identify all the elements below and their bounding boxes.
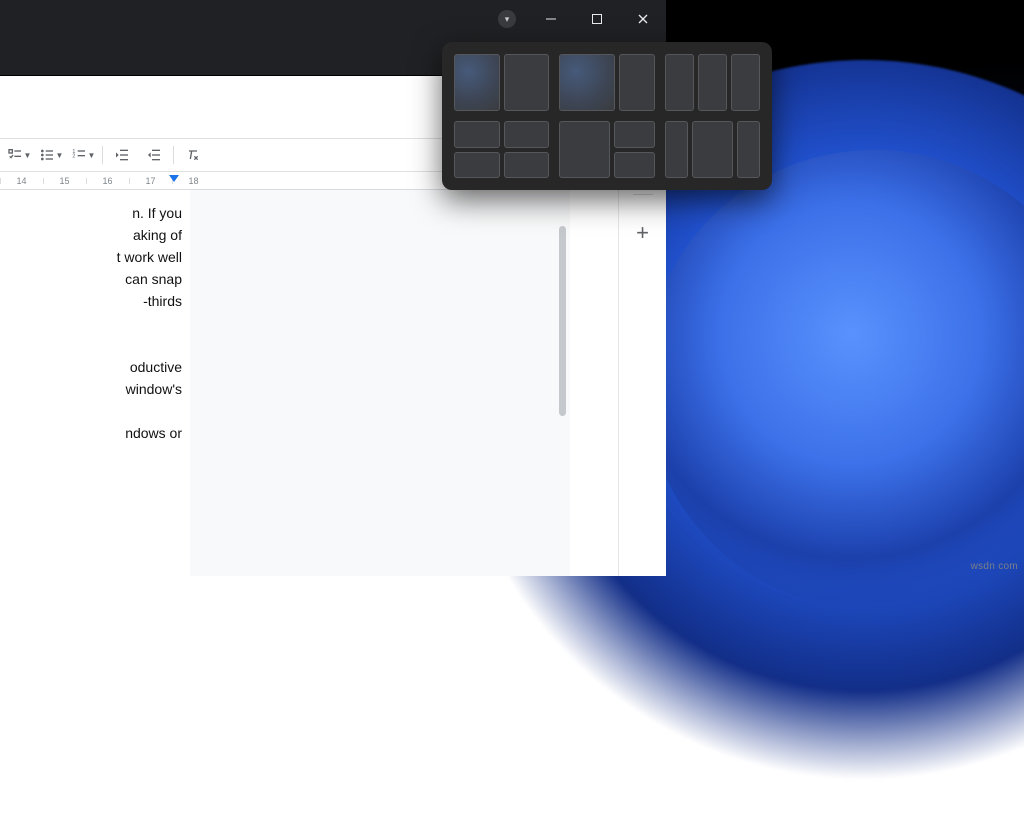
- clear-formatting-button[interactable]: [180, 142, 206, 168]
- snap-zone[interactable]: [614, 152, 655, 179]
- checklist-button[interactable]: ▼: [6, 142, 32, 168]
- snap-zone[interactable]: [737, 121, 760, 178]
- text-line: n. If you: [0, 202, 182, 224]
- snap-zone[interactable]: [454, 152, 500, 179]
- ruler-tick: 15: [43, 176, 86, 186]
- scrollbar-thumb[interactable]: [559, 226, 566, 416]
- snap-layout-four-quadrant: [454, 121, 549, 178]
- right-indent-marker-icon[interactable]: [169, 175, 179, 182]
- page-gutter: [190, 190, 570, 576]
- tab-overflow-icon[interactable]: ▾: [498, 10, 516, 28]
- svg-text:2: 2: [72, 154, 75, 160]
- ruler-tick: 17: [129, 176, 172, 186]
- snap-zone[interactable]: [504, 152, 550, 179]
- titlebar: ▾: [0, 0, 666, 38]
- snap-layouts-flyout: [442, 42, 772, 190]
- snap-zone[interactable]: [504, 54, 550, 111]
- snap-layout-three-equal: [665, 54, 760, 111]
- minimize-button[interactable]: [528, 3, 574, 35]
- increase-indent-button[interactable]: [141, 142, 167, 168]
- snap-zone[interactable]: [504, 121, 550, 148]
- snap-zone[interactable]: [692, 121, 733, 178]
- watermark: wsdn com: [971, 561, 1018, 572]
- text-line: t work well: [0, 246, 182, 268]
- snap-zone[interactable]: [731, 54, 760, 111]
- text-line: ndows or: [0, 422, 182, 444]
- snap-layout-two-equal: [454, 54, 549, 111]
- numbered-list-button[interactable]: 12▼: [70, 142, 96, 168]
- add-addon-button[interactable]: +: [631, 221, 655, 245]
- snap-layout-three-center-wide: [665, 121, 760, 178]
- document-page[interactable]: n. If you aking of t work well can snap …: [0, 190, 190, 576]
- bulleted-list-button[interactable]: ▼: [38, 142, 64, 168]
- ruler-tick: 14: [0, 176, 43, 186]
- snap-zone[interactable]: [559, 54, 615, 111]
- snap-layout-three-left-wide: [559, 121, 654, 178]
- snap-zone[interactable]: [619, 54, 655, 111]
- decrease-indent-button[interactable]: [109, 142, 135, 168]
- snap-zone[interactable]: [559, 121, 610, 178]
- snap-zone[interactable]: [454, 121, 500, 148]
- snap-zone[interactable]: [665, 54, 694, 111]
- snap-zone[interactable]: [454, 54, 500, 111]
- close-button[interactable]: [620, 3, 666, 35]
- text-line: can snap: [0, 268, 182, 290]
- ruler-tick: 16: [86, 176, 129, 186]
- snap-zone[interactable]: [698, 54, 727, 111]
- sidebar-divider: [633, 194, 653, 195]
- snap-zone[interactable]: [665, 121, 688, 178]
- text-line: window's: [0, 378, 182, 400]
- snap-layout-two-left-wide: [559, 54, 654, 111]
- text-line: oductive: [0, 356, 182, 378]
- maximize-button[interactable]: [574, 3, 620, 35]
- text-line: aking of: [0, 224, 182, 246]
- snap-zone[interactable]: [614, 121, 655, 148]
- text-line: -thirds: [0, 290, 182, 312]
